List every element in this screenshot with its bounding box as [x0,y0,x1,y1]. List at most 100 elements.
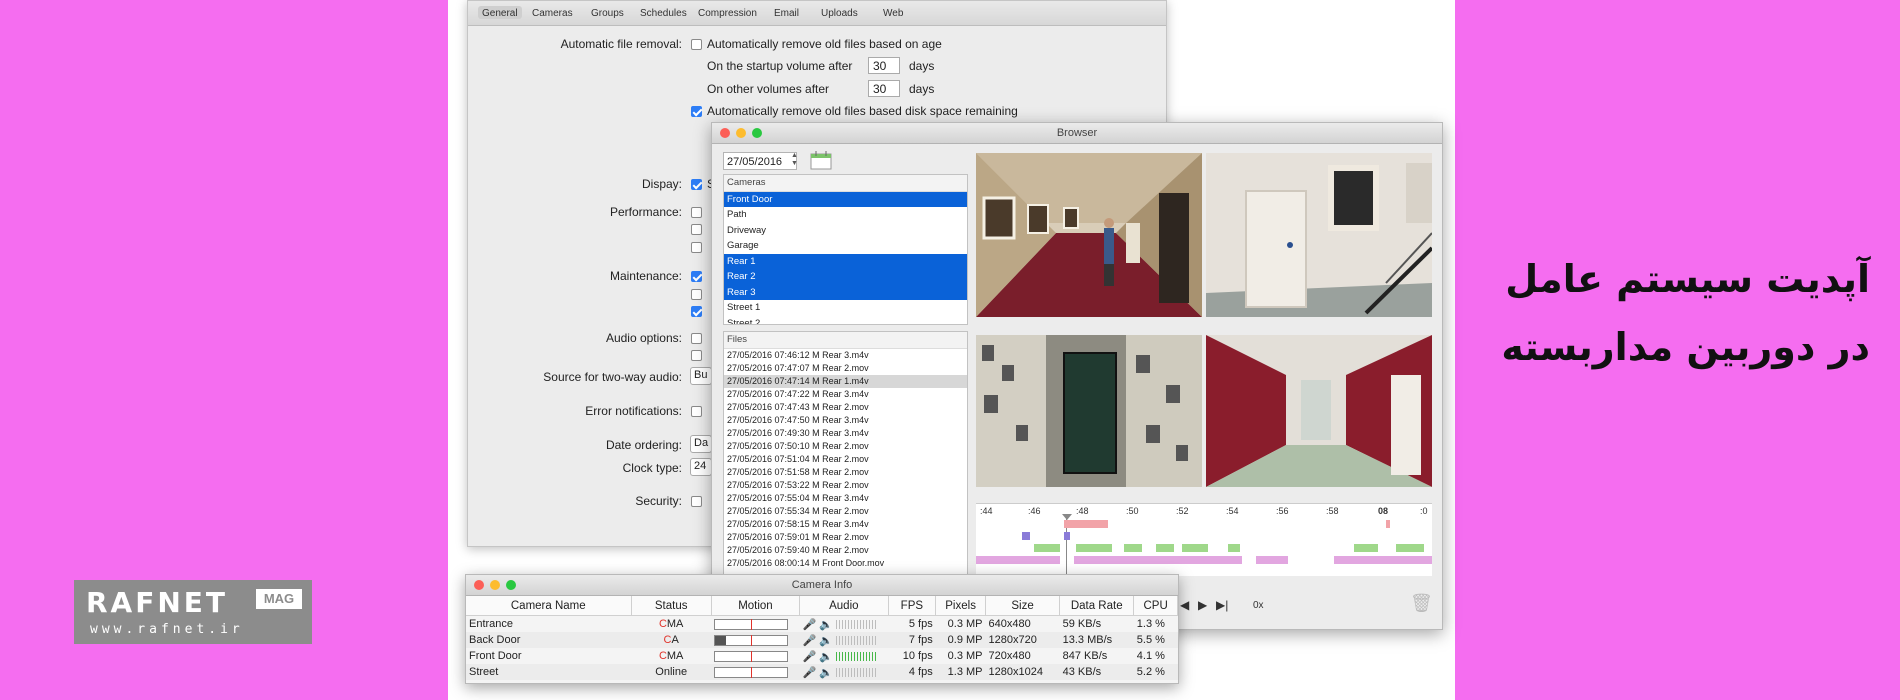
audio-level-meter [836,668,877,678]
size-cell: 640x480 [988,618,1031,630]
camera-view-stairwell[interactable] [1206,153,1432,317]
file-row[interactable]: 27/05/2016 07:49:30 M Rear 3.m4v [724,427,967,440]
camera-item-street-1[interactable]: Street 1 [724,300,967,316]
preferences-toolbar: General Cameras Groups Schedules Compres… [468,1,1166,26]
camera-item-rear-3[interactable]: Rear 3 [724,284,967,300]
file-row[interactable]: 27/05/2016 07:47:07 M Rear 2.mov [724,362,967,375]
play-icon[interactable]: ▶ [1198,598,1207,612]
date-ordering-select[interactable]: Da [690,435,712,453]
camera-item-street-2[interactable]: Street 2 [724,316,967,325]
file-row[interactable]: 27/05/2016 07:59:40 M Rear 2.mov [724,544,967,557]
error-notifications-checkbox[interactable] [691,406,702,417]
clock-type-select[interactable]: 24 [690,458,712,476]
camera-view-red-corridor[interactable] [1206,335,1432,487]
files-list-header: Files [724,332,967,349]
other-days-input[interactable]: 30 [868,80,900,97]
motion-threshold[interactable] [751,666,753,678]
table-row[interactable]: Back Door CA 🎤 🔈 7 fps 0.9 MP 1280x720 13.3 M… [466,632,1178,648]
tab-uploads[interactable]: Uploads [821,8,858,19]
file-row[interactable]: 27/05/2016 07:53:22 M Rear 2.mov [724,479,967,492]
file-row[interactable]: 27/05/2016 07:47:14 M Rear 1.m4v [724,374,967,388]
step-forward-icon[interactable]: ▶| [1216,598,1228,612]
motion-threshold[interactable] [751,618,753,630]
table-row[interactable]: Entrance CMA 🎤 🔈 5 fps 0.3 MP 640x480 59 KB/s… [466,616,1178,633]
tab-email[interactable]: Email [774,8,799,19]
speaker-icon[interactable]: 🔈 [819,635,833,647]
startup-days-input[interactable]: 30 [868,57,900,74]
file-row[interactable]: 27/05/2016 08:00:14 M Front Door.mov [724,557,967,570]
minimize-button[interactable] [490,580,500,590]
remove-by-space-checkbox[interactable] [691,106,702,117]
camera-item-front-door[interactable]: Front Door [724,191,967,207]
timeline[interactable]: :44 :46 :48 :50 :52 :54 :56 :58 08 :0 [976,503,1432,576]
file-row[interactable]: 27/05/2016 07:50:10 M Rear 2.mov [724,440,967,453]
motion-threshold[interactable] [751,650,753,662]
file-row[interactable]: 27/05/2016 07:47:22 M Rear 3.m4v [724,388,967,401]
date-field[interactable]: 27/05/2016 [723,152,797,170]
microphone-icon[interactable]: 🎤 [803,667,817,679]
column-header-size[interactable]: Size [985,596,1061,616]
camera-view-rear-corridor[interactable] [976,335,1202,487]
table-row[interactable]: Front Door CMA 🎤 🔈 10 fps 0.3 MP 720x480 847 … [466,648,1178,664]
zoom-button[interactable] [752,128,762,138]
date-stepper[interactable]: ▲ ▼ [791,152,799,170]
tab-schedules[interactable]: Schedules [640,8,687,19]
file-row[interactable]: 27/05/2016 07:55:34 M Rear 2.mov [724,505,967,518]
file-row[interactable]: 27/05/2016 07:51:04 M Rear 2.mov [724,453,967,466]
security-checkbox[interactable] [691,496,702,507]
file-row[interactable]: 27/05/2016 07:46:12 M Rear 3.m4v [724,349,967,362]
audio-checkbox-1[interactable] [691,333,702,344]
file-row[interactable]: 27/05/2016 07:58:15 M Rear 3.m4v [724,518,967,531]
maintenance-checkbox-3[interactable] [691,306,702,317]
microphone-icon[interactable]: 🎤 [803,619,817,631]
speaker-icon[interactable]: 🔈 [819,667,833,679]
speaker-icon[interactable]: 🔈 [819,619,833,631]
camera-view-hallway[interactable] [976,153,1202,317]
microphone-icon[interactable]: 🎤 [803,651,817,663]
remove-by-age-checkbox[interactable] [691,39,702,50]
performance-checkbox-2[interactable] [691,224,702,235]
camera-item-path[interactable]: Path [724,207,967,223]
camera-item-rear-2[interactable]: Rear 2 [724,269,967,285]
file-row[interactable]: 27/05/2016 07:51:58 M Rear 2.mov [724,466,967,479]
column-header-data-rate[interactable]: Data Rate [1059,596,1135,616]
close-button[interactable] [720,128,730,138]
camera-item-garage[interactable]: Garage [724,238,967,254]
file-row[interactable]: 27/05/2016 07:47:50 M Rear 3.m4v [724,414,967,427]
column-header-cpu[interactable]: CPU [1133,596,1178,616]
table-row[interactable]: Street Online 🎤 🔈 4 fps 1.3 MP 1280x1024 43 K… [466,664,1178,680]
file-row[interactable]: 27/05/2016 07:59:01 M Rear 2.mov [724,531,967,544]
logo-word: RAFNET [86,586,229,619]
column-header-status[interactable]: Status [631,596,712,616]
microphone-icon[interactable]: 🎤 [803,635,817,647]
close-button[interactable] [474,580,484,590]
speaker-icon[interactable]: 🔈 [819,651,833,663]
display-checkbox[interactable] [691,179,702,190]
tab-compression[interactable]: Compression [698,8,757,19]
calendar-icon[interactable] [810,150,832,170]
column-header-pixels[interactable]: Pixels [935,596,986,616]
column-header-audio[interactable]: Audio [799,596,889,616]
performance-checkbox-1[interactable] [691,207,702,218]
tab-groups[interactable]: Groups [591,8,624,19]
trash-icon[interactable]: 🗑 [1410,593,1433,614]
camera-item-driveway[interactable]: Driveway [724,223,967,239]
tab-general[interactable]: General [478,6,522,19]
column-header-motion[interactable]: Motion [711,596,801,616]
two-way-audio-select[interactable]: Bu [690,367,712,385]
minimize-button[interactable] [736,128,746,138]
zoom-button[interactable] [506,580,516,590]
performance-checkbox-3[interactable] [691,242,702,253]
file-row[interactable]: 27/05/2016 07:47:43 M Rear 2.mov [724,401,967,414]
column-header-camera-name[interactable]: Camera Name [466,596,632,616]
audio-checkbox-2[interactable] [691,350,702,361]
maintenance-checkbox-1[interactable] [691,271,702,282]
tab-web[interactable]: Web [883,8,903,19]
column-header-fps[interactable]: FPS [888,596,937,616]
maintenance-checkbox-2[interactable] [691,289,702,300]
step-back-icon[interactable]: ◀ [1180,598,1189,612]
file-row[interactable]: 27/05/2016 07:55:04 M Rear 3.m4v [724,492,967,505]
motion-threshold[interactable] [751,634,753,646]
tab-cameras[interactable]: Cameras [532,8,573,19]
camera-item-rear-1[interactable]: Rear 1 [724,253,967,269]
